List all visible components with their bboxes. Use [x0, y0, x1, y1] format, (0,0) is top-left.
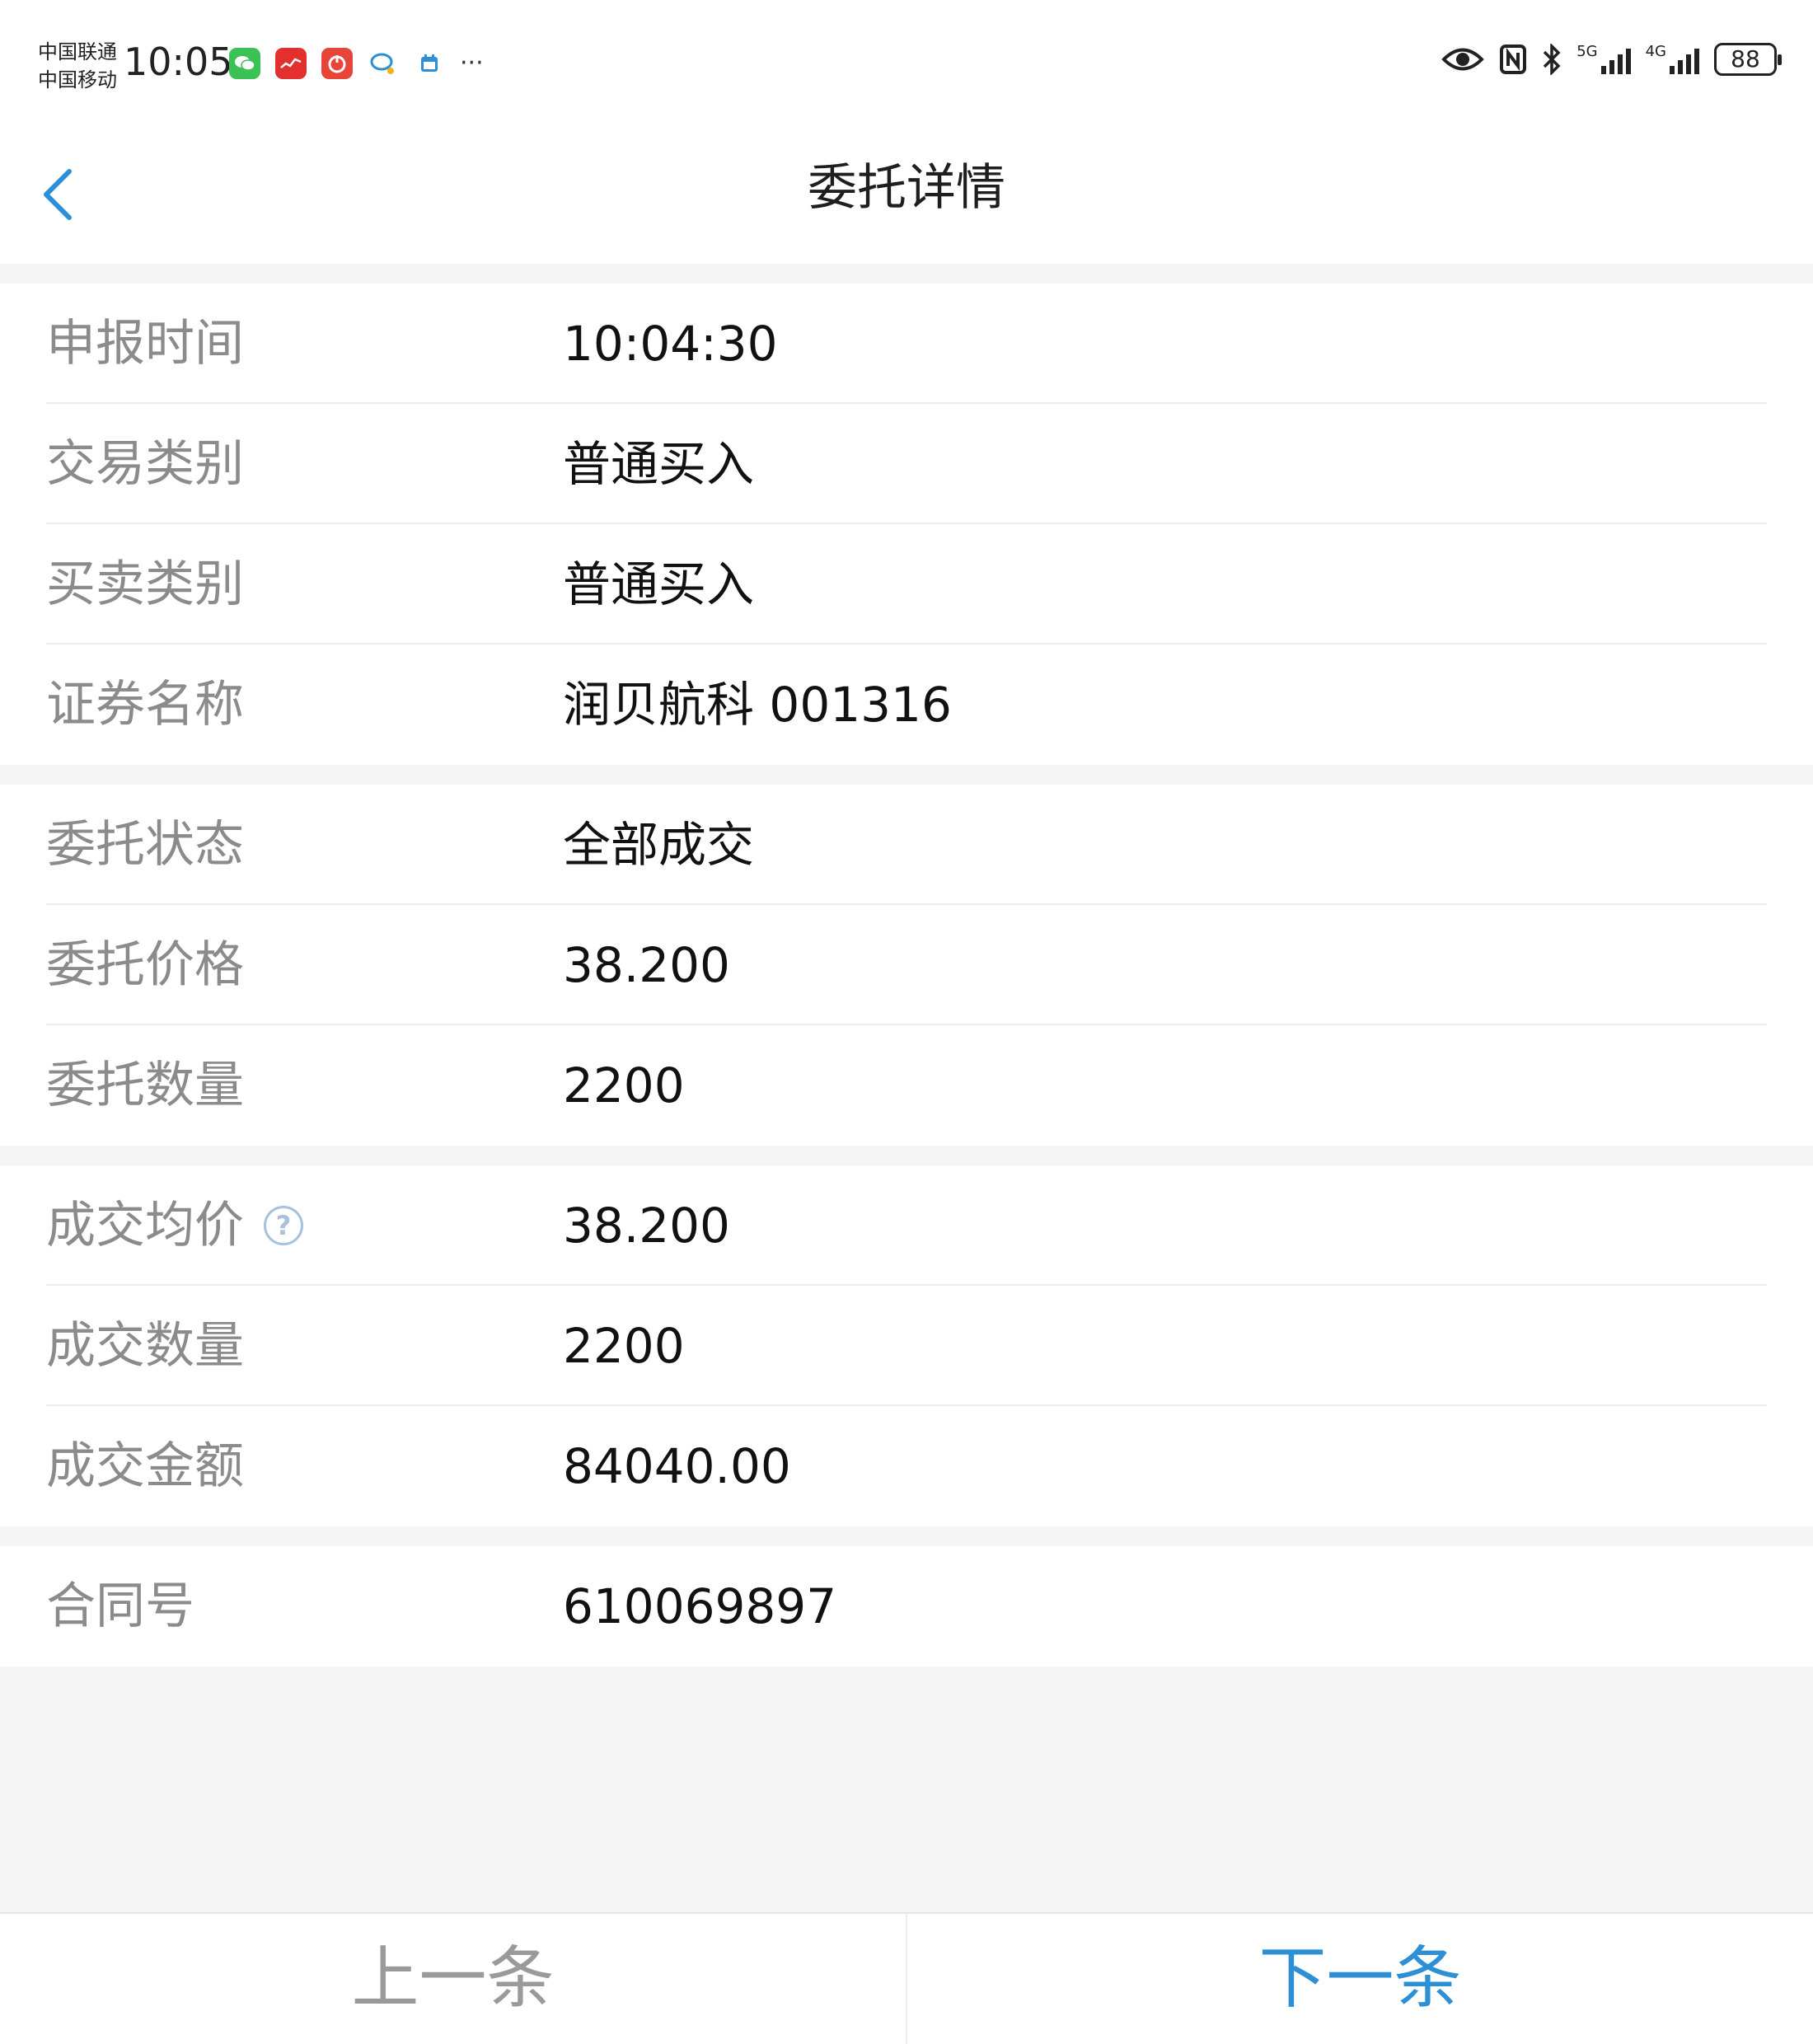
row-value: 10:04:30 [563, 316, 778, 372]
row-value: 普通买入 [563, 436, 755, 492]
bluetooth-icon [1543, 44, 1561, 75]
row-label: 申报时间 [46, 315, 244, 373]
stock-app-icon [275, 48, 307, 79]
row-value: 2200 [563, 1057, 685, 1113]
row-label-with-help: 成交均价 ? [46, 1165, 303, 1286]
row-label: 委托数量 [46, 1057, 244, 1114]
row-label: 买卖类别 [46, 556, 244, 613]
detail-row-deal-amount: 成交金额 84040.00 [0, 1406, 1813, 1526]
detail-row-order-quantity: 委托数量 2200 [0, 1025, 1813, 1146]
row-label: 成交数量 [46, 1317, 244, 1375]
detail-row-contract-number: 合同号 610069897 [0, 1546, 1813, 1667]
detail-row-declare-time: 申报时间 10:04:30 [0, 284, 1813, 404]
status-bar: 中国联通 中国移动 10:05 ··· 5G 4G 88 [0, 0, 1813, 130]
row-value: 84040.00 [563, 1438, 791, 1494]
detail-row-avg-deal-price: 成交均价 ? 38.200 [0, 1165, 1813, 1286]
row-label: 交易类别 [46, 435, 244, 493]
row-value: 38.200 [563, 1198, 730, 1254]
signal-5g: 5G [1576, 43, 1631, 74]
row-label: 合同号 [46, 1578, 194, 1635]
row-value: 全部成交 [563, 817, 755, 873]
deal-info-section: 成交均价 ? 38.200 成交数量 2200 成交金额 84040.00 [0, 1165, 1813, 1526]
carrier-2: 中国移动 [38, 68, 117, 91]
row-value: 润贝航科 001316 [563, 677, 952, 733]
chat-bubble-icon [368, 48, 399, 79]
row-label: 委托价格 [46, 936, 244, 994]
signal-bars-icon [1600, 45, 1631, 74]
eye-icon [1441, 48, 1485, 71]
previous-button[interactable]: 上一条 [0, 1914, 906, 2044]
nav-header: 委托详情 [0, 130, 1813, 264]
help-icon[interactable]: ? [264, 1206, 303, 1245]
page: 中国联通 中国移动 10:05 ··· 5G 4G 88 委托详情 申报时间 1… [0, 0, 1813, 2044]
red-app-icon [321, 48, 353, 79]
system-icons: 5G 4G 88 [1441, 43, 1782, 76]
detail-row-buy-sell-type: 买卖类别 普通买入 [0, 524, 1813, 645]
clock: 10:05 [124, 40, 233, 84]
row-label: 证券名称 [46, 676, 244, 734]
detail-row-deal-quantity: 成交数量 2200 [0, 1286, 1813, 1406]
row-value: 2200 [563, 1318, 685, 1374]
row-value: 38.200 [563, 937, 730, 993]
signal-bars-icon [1670, 45, 1699, 74]
chevron-left-icon [44, 169, 72, 220]
carrier-info: 中国联通 中国移动 [38, 38, 117, 94]
row-label: 成交金额 [46, 1437, 244, 1495]
battery-icon: 88 [1714, 43, 1782, 76]
page-title: 委托详情 [808, 159, 1005, 217]
row-label: 委托状态 [46, 816, 244, 874]
order-status-section: 委托状态 全部成交 委托价格 38.200 委托数量 2200 [0, 785, 1813, 1146]
network-4g-label: 4G [1645, 43, 1666, 60]
detail-row-security-name: 证券名称 润贝航科 001316 [0, 645, 1813, 765]
next-button[interactable]: 下一条 [907, 1914, 1813, 2044]
network-5g-label: 5G [1576, 43, 1598, 60]
more-notifications: ··· [460, 49, 484, 77]
row-value: 610069897 [563, 1578, 837, 1634]
notification-icons: ··· [229, 48, 484, 79]
order-info-section: 申报时间 10:04:30 交易类别 普通买入 买卖类别 普通买入 证券名称 润… [0, 284, 1813, 765]
back-button[interactable] [36, 162, 86, 227]
row-value: 普通买入 [563, 556, 755, 612]
signal-4g: 4G [1646, 45, 1699, 74]
detail-row-order-price: 委托价格 38.200 [0, 905, 1813, 1025]
detail-row-trade-type: 交易类别 普通买入 [0, 404, 1813, 524]
carrier-1: 中国联通 [38, 40, 117, 63]
bottom-nav-bar: 上一条 下一条 [0, 1912, 1813, 2044]
calendar-icon [414, 48, 445, 79]
nfc-icon [1500, 45, 1527, 74]
row-label: 成交均价 [46, 1197, 244, 1254]
contract-section: 合同号 610069897 [0, 1546, 1813, 1667]
detail-row-order-status: 委托状态 全部成交 [0, 785, 1813, 905]
wechat-icon [229, 48, 260, 79]
